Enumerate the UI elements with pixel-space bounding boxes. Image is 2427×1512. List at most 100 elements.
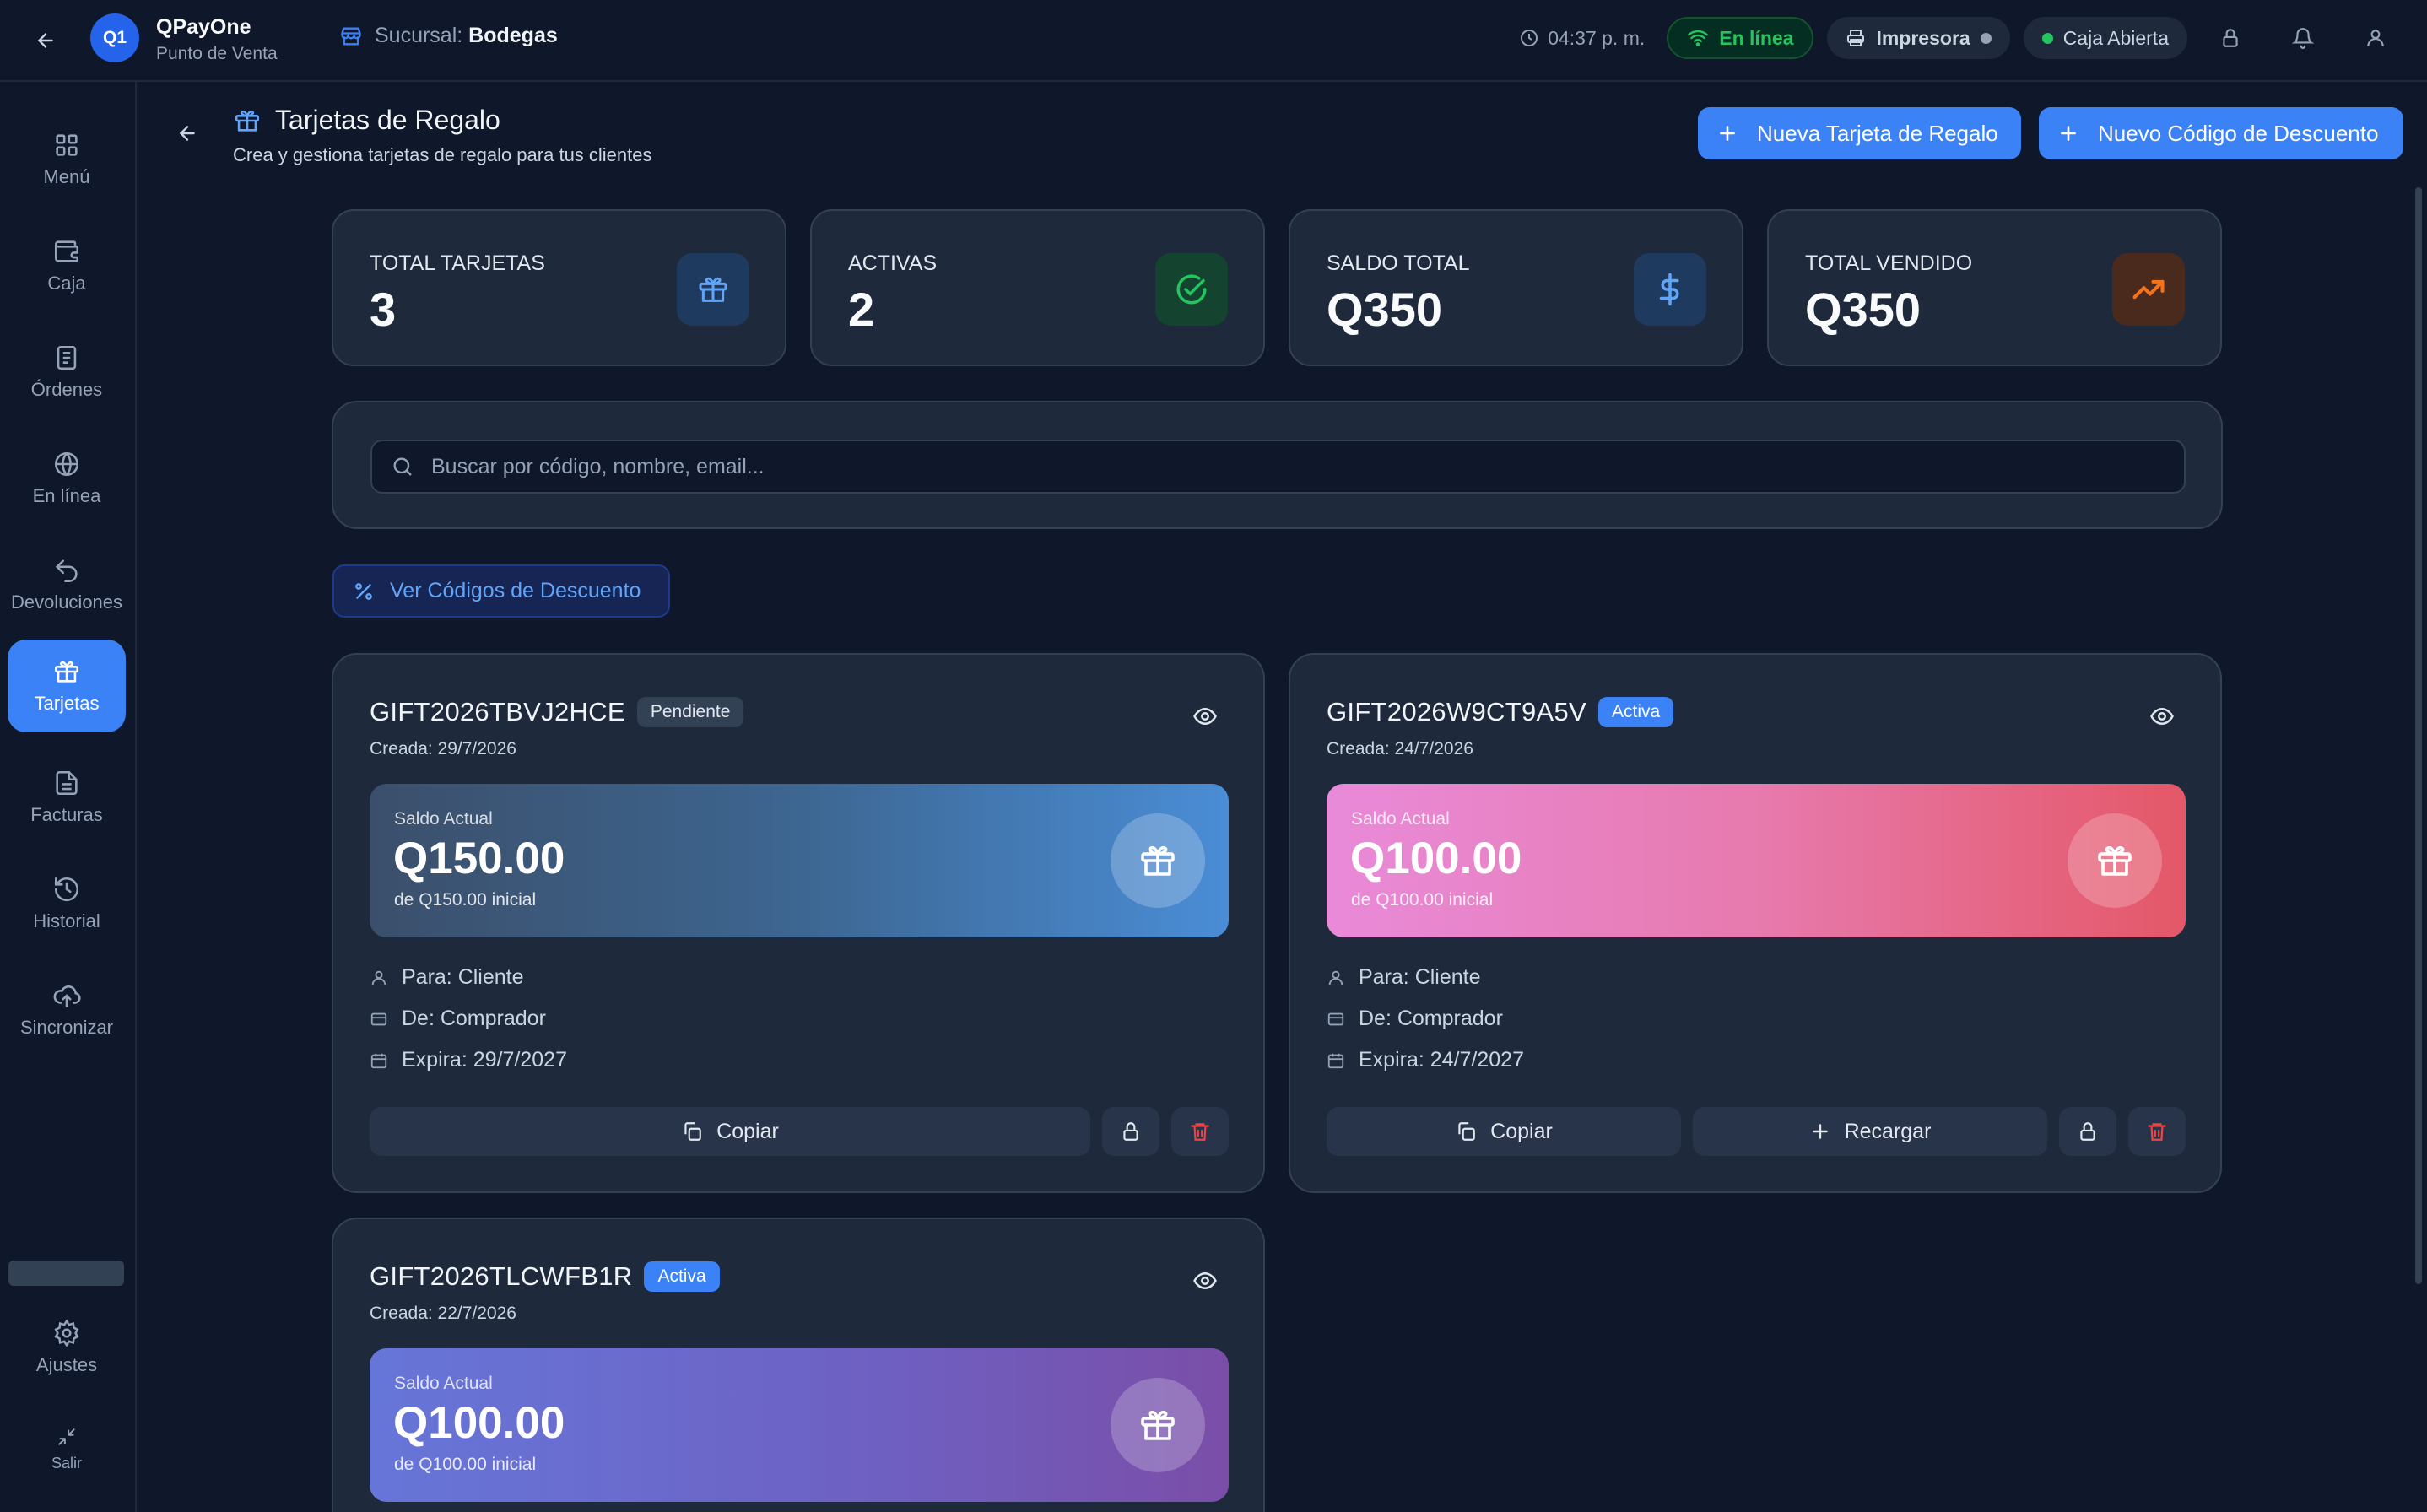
credit-card-icon bbox=[370, 1010, 388, 1029]
check-circle-icon bbox=[1155, 253, 1228, 326]
store-icon bbox=[339, 24, 363, 48]
eye-icon[interactable] bbox=[2149, 704, 2175, 729]
gift-card: GIFT2026W9CT9A5V Activa Creada: 24/7/202… bbox=[1289, 653, 2222, 1193]
sender-row: De: Comprador bbox=[1327, 1007, 1503, 1031]
reload-label: Recargar bbox=[1844, 1119, 1932, 1143]
sidebar-item-sincronizar[interactable]: Sincronizar bbox=[8, 964, 126, 1056]
view-discount-codes-button[interactable]: Ver Códigos de Descuento bbox=[332, 564, 670, 618]
sidebar-item-menu[interactable]: Menú bbox=[8, 113, 126, 206]
stat-label: TOTAL TARJETAS bbox=[370, 251, 545, 275]
sidebar-item-ajustes[interactable]: Ajustes bbox=[8, 1301, 126, 1394]
wifi-icon bbox=[1687, 27, 1709, 49]
eye-icon[interactable] bbox=[1192, 704, 1218, 729]
sidebar-item-facturas[interactable]: Facturas bbox=[8, 751, 126, 844]
credit-card-icon bbox=[1327, 1010, 1345, 1029]
sidebar-item-label: Devoluciones bbox=[10, 591, 123, 613]
initial-balance: de Q150.00 inicial bbox=[394, 890, 537, 910]
balance-label: Saldo Actual bbox=[394, 1374, 493, 1393]
cloud-upload-icon bbox=[52, 981, 81, 1010]
cash-label: Caja Abierta bbox=[2062, 26, 2169, 49]
copy-button[interactable]: Copiar bbox=[370, 1107, 1090, 1156]
sidebar-item-label: Historial bbox=[33, 910, 100, 932]
page-back-arrow-icon[interactable] bbox=[170, 116, 204, 150]
status-badge: Activa bbox=[644, 1261, 720, 1292]
recipient-text: Para: Cliente bbox=[402, 965, 524, 989]
sidebar-item-label: Sincronizar bbox=[19, 1017, 114, 1038]
created-date: Creada: 29/7/2026 bbox=[370, 739, 516, 759]
balance-panel: Saldo Actual Q100.00 de Q100.00 inicial bbox=[1327, 784, 2186, 937]
delete-card-button[interactable] bbox=[1171, 1107, 1229, 1156]
sender-row: De: Comprador bbox=[370, 1007, 546, 1031]
percent-icon bbox=[353, 580, 375, 602]
sidebar: Menú Caja Órdenes En línea Devoluciones … bbox=[0, 82, 137, 1512]
history-icon bbox=[52, 875, 81, 904]
new-gift-card-label: Nueva Tarjeta de Regalo bbox=[1757, 120, 1998, 146]
stat-label: ACTIVAS bbox=[848, 251, 938, 275]
balance-panel: Saldo Actual Q100.00 de Q100.00 inicial bbox=[370, 1348, 1229, 1502]
created-date: Creada: 22/7/2026 bbox=[370, 1304, 516, 1323]
balance-label: Saldo Actual bbox=[1351, 809, 1450, 829]
app-name: QPayOne bbox=[156, 15, 251, 39]
stat-label: SALDO TOTAL bbox=[1327, 251, 1470, 275]
gift-card-code: GIFT2026TBVJ2HCE bbox=[370, 697, 625, 726]
new-discount-code-button[interactable]: Nuevo Código de Descuento bbox=[2039, 107, 2403, 159]
eye-icon[interactable] bbox=[1192, 1268, 1218, 1293]
lock-icon bbox=[2077, 1120, 2099, 1142]
initial-balance: de Q100.00 inicial bbox=[1351, 890, 1494, 910]
gift-icon bbox=[1111, 813, 1205, 908]
lock-icon bbox=[1120, 1120, 1142, 1142]
stat-card-total-sold: TOTAL VENDIDO Q350 bbox=[1767, 209, 2222, 366]
reload-button[interactable]: Recargar bbox=[1693, 1107, 2047, 1156]
sender-text: De: Comprador bbox=[402, 1007, 546, 1030]
sidebar-item-label: Órdenes bbox=[30, 379, 103, 400]
copy-button[interactable]: Copiar bbox=[1327, 1107, 1681, 1156]
user-icon[interactable] bbox=[2346, 15, 2405, 61]
sidebar-item-salir[interactable]: Salir bbox=[8, 1411, 126, 1487]
sidebar-item-tarjetas[interactable]: Tarjetas bbox=[8, 640, 126, 732]
cash-register-status[interactable]: Caja Abierta bbox=[2023, 17, 2187, 59]
branch-selector[interactable]: Sucursal: Bodegas bbox=[339, 24, 558, 48]
branch-name: Bodegas bbox=[468, 24, 558, 47]
sidebar-item-label: Facturas bbox=[30, 804, 103, 825]
sidebar-item-ordenes[interactable]: Órdenes bbox=[8, 326, 126, 418]
undo-icon bbox=[52, 556, 81, 585]
back-arrow-icon[interactable] bbox=[29, 24, 62, 57]
sidebar-item-label: Salir bbox=[51, 1454, 82, 1472]
lock-card-button[interactable] bbox=[1102, 1107, 1159, 1156]
expiry-text: Expira: 24/7/2027 bbox=[1359, 1048, 1524, 1072]
printer-status[interactable]: Impresora bbox=[1827, 17, 2010, 59]
balance-panel: Saldo Actual Q150.00 de Q150.00 inicial bbox=[370, 784, 1229, 937]
status-badge: Activa bbox=[1598, 697, 1674, 727]
bell-icon[interactable] bbox=[2273, 15, 2332, 61]
gift-icon bbox=[2068, 813, 2162, 908]
lock-card-button[interactable] bbox=[2059, 1107, 2116, 1156]
status-badge: Pendiente bbox=[636, 697, 744, 727]
gift-card-code: GIFT2026W9CT9A5V bbox=[1327, 697, 1587, 726]
stat-card-total-cards: TOTAL TARJETAS 3 bbox=[332, 209, 786, 366]
search-input[interactable] bbox=[431, 454, 2184, 479]
sidebar-item-en-linea[interactable]: En línea bbox=[8, 432, 126, 525]
clock-icon bbox=[1519, 28, 1539, 48]
stat-value: 2 bbox=[848, 283, 875, 336]
sidebar-item-caja[interactable]: Caja bbox=[8, 219, 126, 312]
search-field[interactable] bbox=[370, 440, 2186, 494]
sidebar-item-devoluciones[interactable]: Devoluciones bbox=[8, 538, 126, 631]
balance-label: Saldo Actual bbox=[394, 809, 493, 829]
plus-icon bbox=[1716, 122, 1738, 144]
delete-card-button[interactable] bbox=[2128, 1107, 2186, 1156]
gift-icon bbox=[1111, 1378, 1205, 1472]
dollar-icon bbox=[1634, 253, 1706, 326]
new-gift-card-button[interactable]: Nueva Tarjeta de Regalo bbox=[1698, 107, 2021, 159]
lock-icon[interactable] bbox=[2201, 15, 2260, 61]
printer-label: Impresora bbox=[1876, 26, 1970, 49]
sidebar-item-historial[interactable]: Historial bbox=[8, 857, 126, 950]
gear-icon bbox=[52, 1319, 81, 1347]
sidebar-item-label: En línea bbox=[32, 485, 101, 506]
gift-icon bbox=[52, 657, 81, 686]
gift-card: GIFT2026TLCWFB1R Activa Creada: 22/7/202… bbox=[332, 1218, 1265, 1512]
copy-icon bbox=[681, 1120, 703, 1142]
online-status[interactable]: En línea bbox=[1667, 17, 1814, 59]
page-scrollbar[interactable] bbox=[2415, 187, 2422, 1284]
plus-icon bbox=[1809, 1120, 1831, 1142]
trash-icon bbox=[1189, 1120, 1211, 1142]
